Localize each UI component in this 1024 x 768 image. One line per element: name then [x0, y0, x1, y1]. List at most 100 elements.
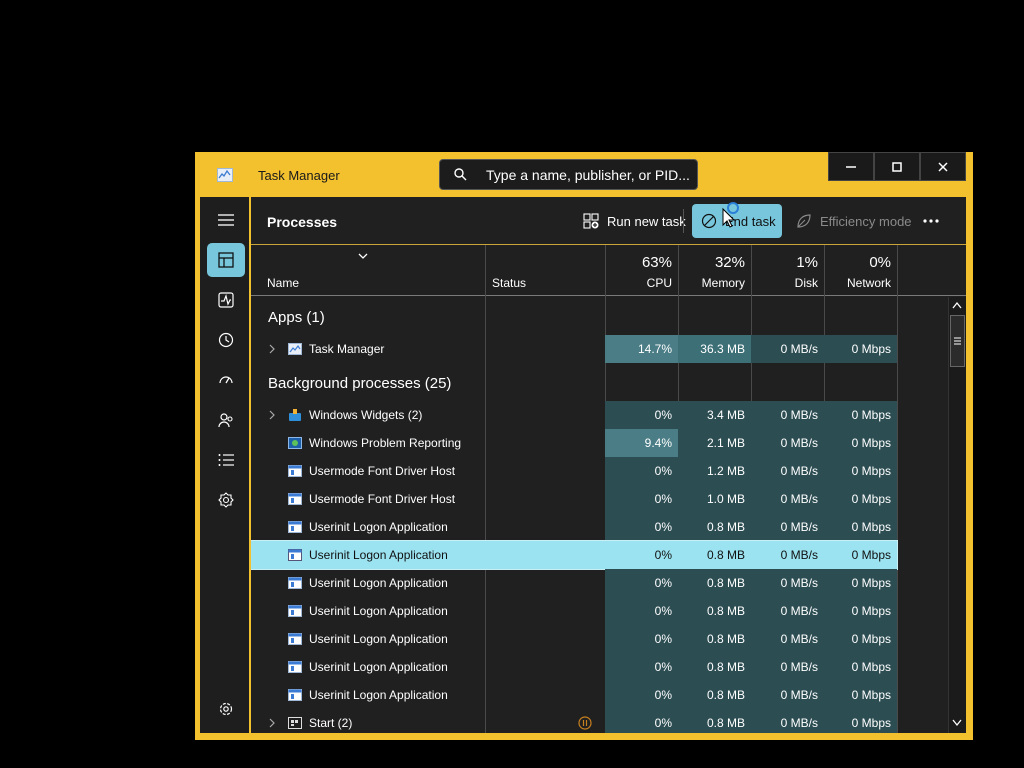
process-name: Windows Problem Reporting [309, 436, 462, 450]
close-button[interactable] [920, 152, 966, 181]
nav-users[interactable] [207, 403, 245, 437]
run-new-task-label: Run new task [607, 213, 686, 229]
cpu-value: 0% [605, 625, 678, 653]
disk-value: 0 MB/s [751, 485, 824, 513]
nav-performance[interactable] [207, 283, 245, 317]
column-cpu[interactable]: 63% CPU [605, 245, 678, 295]
nav-processes[interactable] [207, 243, 245, 277]
hamburger-icon [218, 214, 234, 226]
memory-value: 3.4 MB [678, 401, 751, 429]
column-status[interactable]: Status [485, 245, 605, 295]
navigation-sidebar [200, 197, 249, 733]
column-disk[interactable]: 1% Disk [751, 245, 824, 295]
chevron-right-icon[interactable] [269, 410, 275, 420]
process-row[interactable]: Userinit Logon Application 0% 0.8 MB 0 M… [251, 569, 897, 597]
search-placeholder: Type a name, publisher, or PID... [486, 167, 690, 183]
column-divider [897, 245, 898, 733]
process-row[interactable]: Userinit Logon Application 0% 0.8 MB 0 M… [251, 513, 897, 541]
memory-value: 0.8 MB [678, 541, 751, 569]
process-row[interactable]: Userinit Logon Application 0% 0.8 MB 0 M… [251, 681, 897, 709]
grip-icon [954, 337, 961, 345]
toolbar: Processes Run new task End task Efficien… [251, 197, 966, 245]
widgets-icon [289, 409, 301, 421]
run-new-task-button[interactable]: Run new task [577, 204, 692, 238]
column-network[interactable]: 0% Network [824, 245, 897, 295]
vertical-scrollbar[interactable] [948, 297, 966, 733]
process-row[interactable]: Userinit Logon Application 0% 0.8 MB 0 M… [251, 625, 897, 653]
section-header-apps[interactable]: Apps (1) [251, 303, 897, 331]
network-value: 0 Mbps [824, 709, 897, 733]
task-manager-icon [217, 168, 233, 182]
process-name: Userinit Logon Application [309, 576, 448, 590]
cpu-value: 0% [605, 541, 678, 569]
disk-value: 0 MB/s [751, 401, 824, 429]
users-icon [218, 413, 233, 428]
column-memory-label: Memory [701, 276, 745, 290]
application-icon [288, 549, 302, 561]
scroll-down-icon[interactable] [952, 719, 962, 727]
process-name: Userinit Logon Application [309, 520, 448, 534]
network-value: 0 Mbps [824, 625, 897, 653]
column-name[interactable]: Name [251, 245, 485, 295]
process-row[interactable]: Usermode Font Driver Host 0% 1.2 MB 0 MB… [251, 457, 897, 485]
window-title: Task Manager [258, 168, 340, 183]
network-value: 0 Mbps [824, 653, 897, 681]
scroll-up-icon[interactable] [952, 301, 962, 309]
cpu-value: 0% [605, 457, 678, 485]
disk-value: 0 MB/s [751, 625, 824, 653]
column-cpu-label: CPU [646, 276, 672, 290]
column-header: Name Status 63% CPU 32% Memory 1% Disk 0… [251, 245, 966, 296]
process-row[interactable]: Windows Widgets (2) 0% 3.4 MB 0 MB/s 0 M… [251, 401, 897, 429]
network-value: 0 Mbps [824, 597, 897, 625]
disk-value: 0 MB/s [751, 457, 824, 485]
nav-startup-apps[interactable] [207, 363, 245, 397]
disk-value: 0 MB/s [751, 569, 824, 597]
process-row[interactable]: Usermode Font Driver Host 0% 1.0 MB 0 MB… [251, 485, 897, 513]
chevron-right-icon[interactable] [269, 718, 275, 728]
process-row[interactable]: Windows Problem Reporting 9.4% 2.1 MB 0 … [251, 429, 897, 457]
minimize-button[interactable] [828, 152, 874, 181]
hamburger-menu-button[interactable] [207, 203, 245, 237]
memory-value: 0.8 MB [678, 513, 751, 541]
nav-details[interactable] [207, 443, 245, 477]
process-name: Windows Widgets (2) [309, 408, 423, 422]
task-manager-window: Task Manager Type a name, publisher, or … [195, 152, 973, 740]
network-value: 0 Mbps [824, 335, 897, 363]
more-icon [923, 219, 939, 223]
efficiency-mode-button[interactable]: Efficiency mode [790, 204, 918, 238]
column-memory[interactable]: 32% Memory [678, 245, 751, 295]
process-row-selected[interactable]: Userinit Logon Application 0% 0.8 MB 0 M… [251, 540, 898, 570]
cpu-value: 0% [605, 513, 678, 541]
memory-value: 0.8 MB [678, 597, 751, 625]
process-name: Userinit Logon Application [309, 688, 448, 702]
efficiency-mode-label: Efficiency mode [820, 213, 912, 229]
process-row[interactable]: Start (2) 0% 0.8 MB 0 MB/s 0 Mbps [251, 709, 897, 733]
network-value: 0 Mbps [824, 457, 897, 485]
section-header-background[interactable]: Background processes (25) [251, 369, 897, 397]
network-value: 0 Mbps [824, 569, 897, 597]
more-options-button[interactable] [921, 204, 949, 238]
nav-app-history[interactable] [207, 323, 245, 357]
disk-value: 0 MB/s [751, 541, 824, 569]
network-value: 0 Mbps [824, 429, 897, 457]
search-input[interactable]: Type a name, publisher, or PID... [439, 159, 698, 190]
application-icon [288, 465, 302, 477]
cpu-value: 0% [605, 569, 678, 597]
memory-total-percent: 32% [714, 254, 745, 271]
cpu-value: 9.4% [605, 429, 678, 457]
cpu-total-percent: 63% [641, 254, 672, 271]
process-row[interactable]: Userinit Logon Application 0% 0.8 MB 0 M… [251, 597, 897, 625]
application-icon [288, 605, 302, 617]
nav-services[interactable] [207, 483, 245, 517]
cpu-value: 0% [605, 401, 678, 429]
nav-settings[interactable] [207, 692, 245, 726]
process-row[interactable]: Task Manager 14.7% 36.3 MB 0 MB/s 0 Mbps [251, 335, 897, 363]
leaf-icon [797, 214, 811, 228]
maximize-button[interactable] [874, 152, 920, 181]
memory-value: 0.8 MB [678, 625, 751, 653]
cpu-value: 0% [605, 485, 678, 513]
chevron-right-icon[interactable] [269, 344, 275, 354]
process-name: Userinit Logon Application [309, 548, 448, 562]
process-row[interactable]: Userinit Logon Application 0% 0.8 MB 0 M… [251, 653, 897, 681]
scrollbar-thumb[interactable] [950, 315, 965, 367]
